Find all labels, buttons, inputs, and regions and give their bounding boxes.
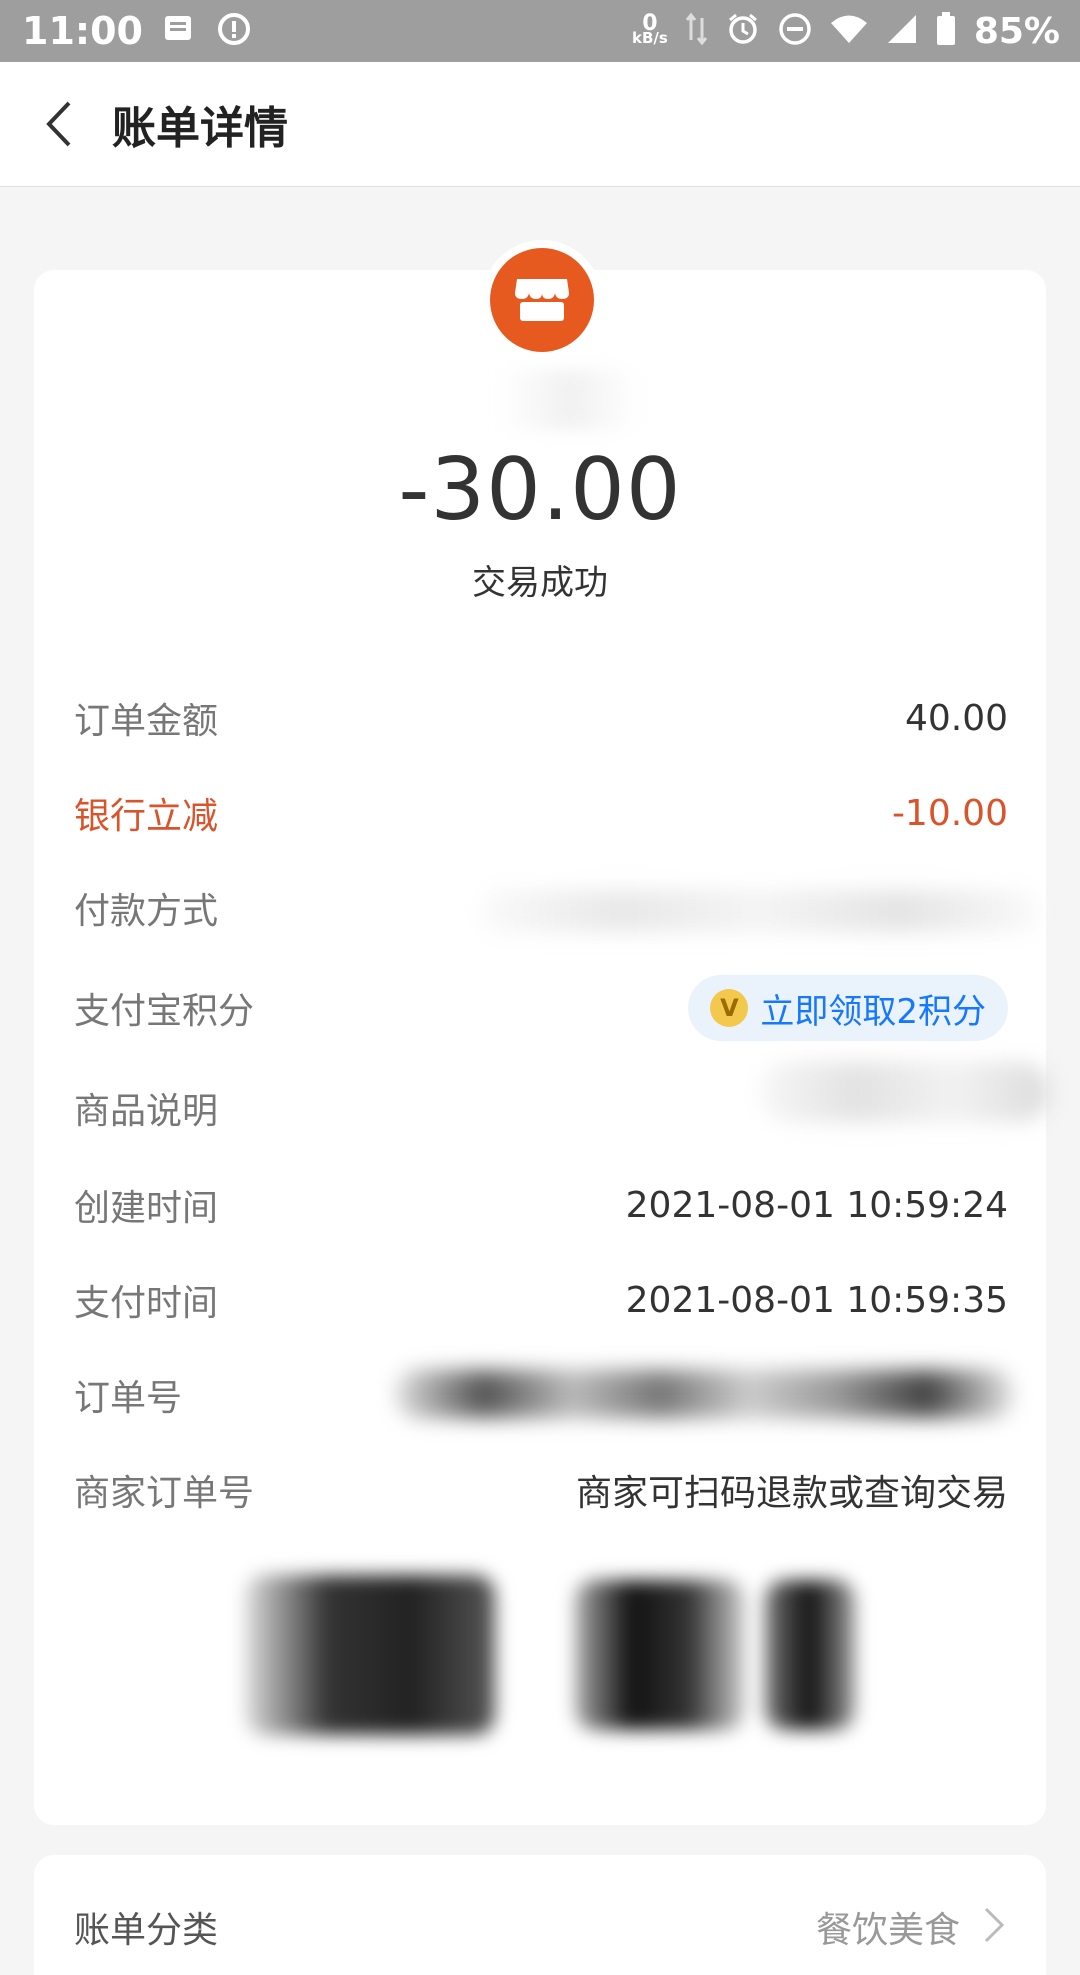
alert-icon	[217, 12, 251, 50]
product-description-redacted	[760, 1062, 1050, 1122]
chevron-left-icon	[46, 101, 71, 147]
bill-category-label: 账单分类	[74, 1910, 219, 1951]
signal-icon	[886, 13, 918, 49]
row-value[interactable]: 商家可扫码退款或查询交易	[576, 1464, 1008, 1516]
transaction-amount: -30.00	[398, 440, 682, 540]
wifi-icon	[830, 14, 868, 48]
merchant-store-icon	[490, 248, 594, 352]
row-bank-discount: 银行立减 -10.00	[74, 783, 1008, 843]
row-alipay-points: 支付宝积分 V 立即领取2积分	[74, 975, 1008, 1041]
row-value: -10.00	[891, 792, 1008, 834]
battery-percent: 85%	[973, 10, 1060, 52]
claim-points-label: 立即领取2积分	[760, 991, 986, 1032]
row-value: 40.00	[904, 697, 1008, 739]
status-time: 11:00	[22, 9, 143, 53]
row-value: 2021-08-01 10:59:35	[625, 1279, 1008, 1321]
row-label: 创建时间	[74, 1188, 219, 1229]
row-order-amount: 订单金额 40.00	[74, 688, 1008, 748]
data-arrows-icon	[685, 12, 708, 50]
chevron-right-icon	[984, 1907, 1005, 1943]
row-value: 2021-08-01 10:59:24	[625, 1184, 1008, 1226]
page-title: 账单详情	[112, 103, 288, 154]
row-label: 商家订单号	[74, 1473, 255, 1514]
merchant-name-redacted	[500, 370, 640, 430]
nav-bar: 账单详情	[0, 62, 1080, 187]
net-speed-unit: kB/s	[632, 29, 668, 47]
row-merchant-order-number: 商家订单号 商家可扫码退款或查询交易	[74, 1460, 1008, 1520]
payment-method-redacted	[480, 890, 1040, 932]
claim-points-button[interactable]: V 立即领取2积分	[688, 975, 1008, 1041]
row-label: 商品说明	[74, 1091, 219, 1132]
row-label: 支付宝积分	[74, 991, 255, 1032]
notification-icon	[163, 14, 195, 48]
bill-category-row[interactable]: 账单分类 餐饮美食	[34, 1855, 1046, 1975]
battery-icon	[936, 12, 956, 50]
status-bar: 11:00 0 kB/s 85%	[0, 0, 1080, 62]
row-label: 订单金额	[74, 701, 219, 742]
row-label: 银行立减	[74, 796, 219, 837]
row-label: 付款方式	[74, 891, 219, 932]
row-label: 支付时间	[74, 1283, 219, 1324]
order-number-redacted	[395, 1370, 1015, 1418]
transaction-status: 交易成功	[472, 563, 608, 603]
bill-category-value: 餐饮美食	[815, 1910, 960, 1951]
alarm-icon	[726, 12, 760, 50]
row-label: 订单号	[74, 1378, 183, 1419]
points-coin-icon: V	[710, 989, 749, 1027]
back-button[interactable]	[28, 94, 88, 154]
row-created-time: 创建时间 2021-08-01 10:59:24	[74, 1175, 1008, 1235]
row-payment-time: 支付时间 2021-08-01 10:59:35	[74, 1270, 1008, 1330]
dnd-icon	[778, 12, 812, 50]
net-speed: 0 kB/s	[632, 13, 668, 47]
merchant-barcode-redacted	[245, 1575, 855, 1735]
